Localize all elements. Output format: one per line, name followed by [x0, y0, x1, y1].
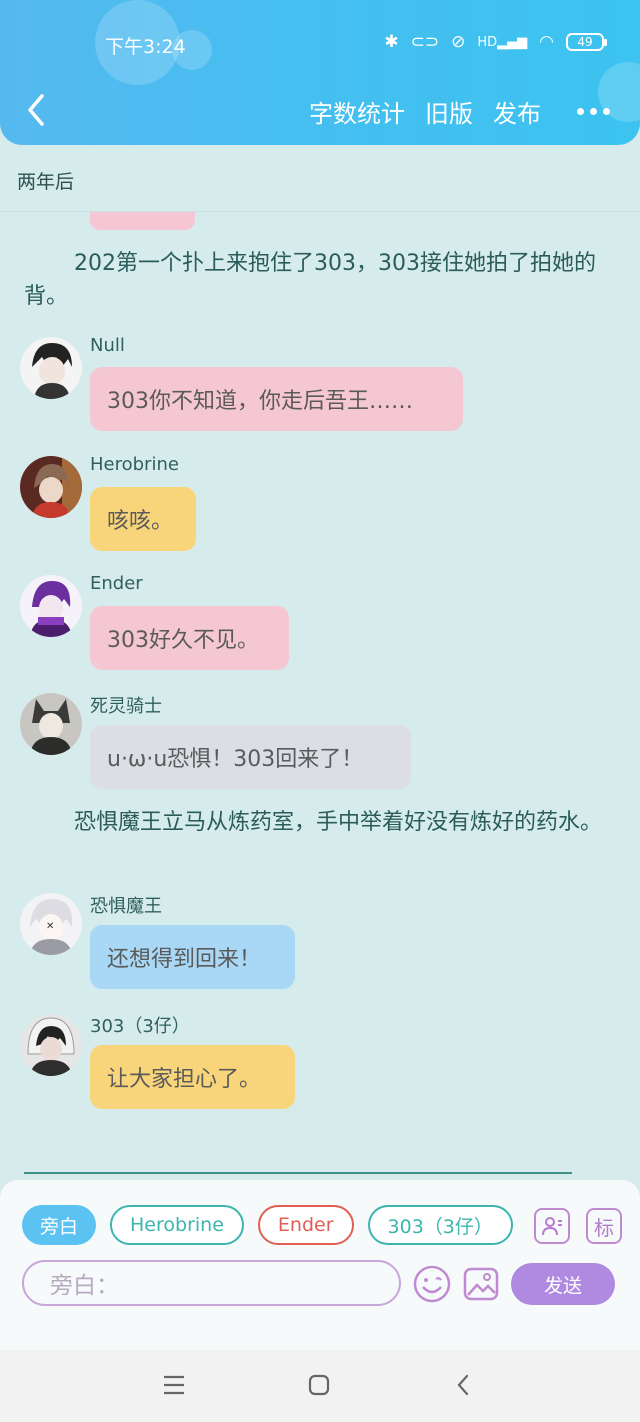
nav-back-icon[interactable] [454, 1373, 472, 1397]
avatar-image [20, 693, 82, 755]
avatar-ender[interactable] [20, 575, 82, 637]
publish-button[interactable]: 发布 [493, 94, 541, 129]
old-version-button[interactable]: 旧版 [425, 94, 473, 129]
avatar-herobrine[interactable] [20, 456, 82, 518]
word-count-button[interactable]: 字数统计 [309, 94, 405, 129]
mute-icon: ⊘ [451, 32, 466, 52]
speaker-name: 死灵骑士 [90, 696, 162, 717]
toolbar-actions: 字数统计 旧版 发布 [309, 94, 610, 129]
back-arrow-icon [28, 94, 44, 126]
role-chip-ender[interactable]: Ender [257, 1205, 354, 1245]
battery-level: 49 [577, 35, 593, 49]
send-button[interactable]: 发送 [511, 1263, 615, 1305]
emoji-icon [413, 1265, 451, 1303]
top-app-bar: 下午3:24 ✱ ⊂⊃ ⊘ HD▂▄▆ ◠ 49 字数统计 旧版 发布 [0, 0, 640, 145]
message-bubble[interactable]: 咳咳。 [90, 487, 196, 551]
avatar-image: ✕ [20, 893, 82, 955]
battery-icon: 49 [566, 33, 607, 51]
image-icon [463, 1267, 499, 1301]
status-time: 下午3:24 [105, 36, 186, 58]
avatar-image [20, 456, 82, 518]
narration-text[interactable]: 202第一个扑上来抱住了303，303接住她拍了拍她的背。 [24, 247, 609, 313]
avatar-image [20, 337, 82, 399]
menu-icon[interactable] [162, 1374, 186, 1396]
bluetooth-icon: ✱ [384, 32, 399, 52]
speaker-name: 303（3仔） [90, 1016, 190, 1037]
back-button[interactable] [22, 92, 52, 128]
speaker-name: Ender [90, 573, 143, 594]
message-bubble[interactable]: 还想得到回来！ [90, 925, 295, 989]
role-chip-list: 旁白 Herobrine Ender 303（3仔） [22, 1205, 517, 1247]
speaker-name: Null [90, 335, 125, 356]
more-options-icon[interactable] [577, 108, 610, 115]
home-icon[interactable] [308, 1374, 330, 1396]
person-icon [542, 1217, 562, 1236]
speaker-name: 恐惧魔王 [90, 896, 162, 917]
message-bubble[interactable]: u·ω·u恐惧！303回来了！ [90, 725, 411, 789]
role-manage-icon[interactable] [534, 1208, 570, 1244]
role-chip-narrator[interactable]: 旁白 [22, 1205, 97, 1245]
speaker-name: Herobrine [90, 454, 179, 475]
chapter-title[interactable]: 两年后 [17, 167, 74, 194]
avatar-image [20, 575, 82, 637]
role-chip-herobrine[interactable]: Herobrine [110, 1205, 244, 1245]
signal-icon: HD▂▄▆ [477, 34, 528, 50]
narration-text[interactable]: 恐惧魔王立马从炼药室，手中举着好没有炼好的药水。 [24, 806, 609, 839]
avatar-death-knight[interactable] [20, 693, 82, 755]
emoji-button[interactable] [412, 1264, 452, 1304]
message-bubble[interactable]: 303好久不见。 [90, 606, 289, 670]
message-bubble[interactable]: 303你不知道，你走后吾王…… [90, 367, 463, 431]
avatar-null[interactable] [20, 337, 82, 399]
image-button[interactable] [462, 1265, 500, 1303]
wifi-icon: ◠ [539, 32, 554, 52]
compose-input[interactable]: 旁白： [22, 1260, 401, 1306]
status-icons: ✱ ⊂⊃ ⊘ HD▂▄▆ ◠ 49 [384, 32, 607, 52]
system-nav-bar [0, 1350, 640, 1422]
svg-text:✕: ✕ [46, 921, 54, 932]
role-chip-303[interactable]: 303（3仔） [367, 1205, 513, 1245]
message-bubble[interactable]: 让大家担心了。 [90, 1045, 295, 1109]
mark-button[interactable]: 标 [586, 1208, 622, 1244]
avatar-303[interactable] [20, 1014, 82, 1076]
avatar-image [20, 1014, 82, 1076]
link-icon: ⊂⊃ [410, 32, 440, 52]
previous-bubble-fragment [90, 212, 195, 230]
avatar-dread-lord[interactable]: ✕ [20, 893, 82, 955]
content-end-divider [24, 1172, 572, 1174]
